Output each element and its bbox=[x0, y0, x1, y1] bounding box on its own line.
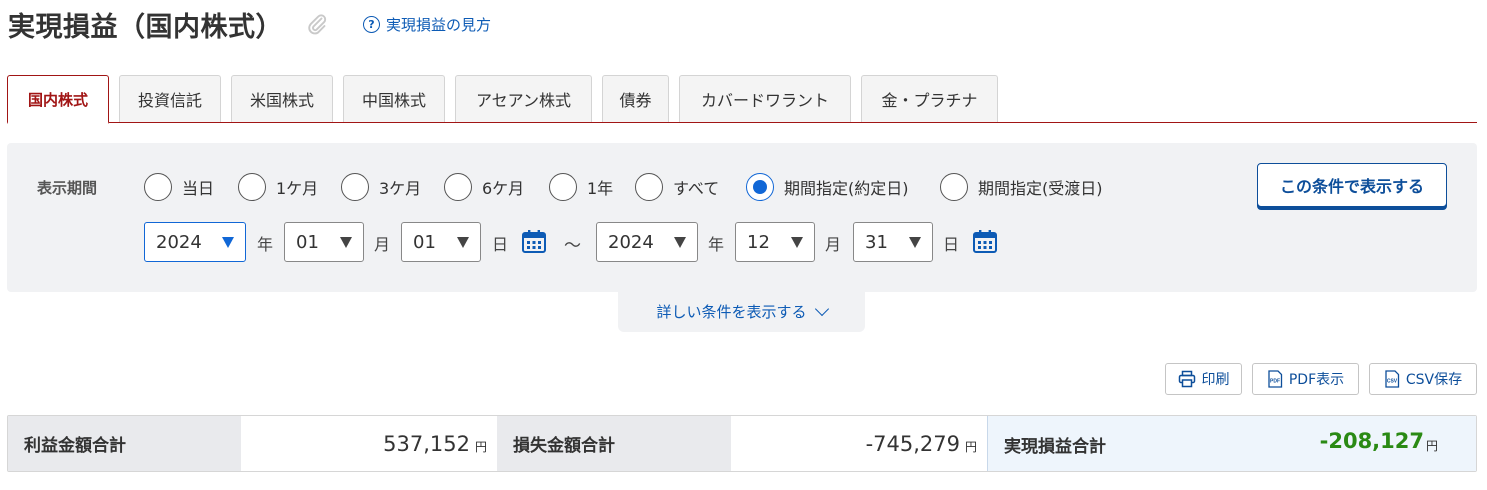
pdf-file-icon: PDF bbox=[1268, 370, 1283, 388]
tab-gold-platinum[interactable]: 金・プラチナ bbox=[861, 75, 998, 122]
from-month-value: 01 bbox=[296, 231, 319, 253]
loss-total-label: 損失金額合計 bbox=[497, 416, 731, 471]
radio-button[interactable] bbox=[940, 173, 968, 201]
radio-range-trade-date[interactable]: 期間指定(約定日) bbox=[746, 173, 909, 201]
year-unit: 年 bbox=[257, 235, 274, 254]
currency-unit: 円 bbox=[474, 440, 487, 454]
from-year-select[interactable]: 2024 bbox=[144, 222, 246, 262]
profit-total-label: 利益金額合計 bbox=[8, 416, 241, 471]
dropdown-arrow-icon bbox=[791, 237, 803, 248]
radio-button[interactable] bbox=[549, 173, 577, 201]
tab-us-stock[interactable]: 米国株式 bbox=[231, 75, 333, 122]
help-link-label: 実現損益の見方 bbox=[386, 15, 492, 34]
csv-label: CSV保存 bbox=[1405, 372, 1463, 388]
to-year-select[interactable]: 2024 bbox=[596, 222, 698, 262]
dropdown-arrow-icon bbox=[340, 237, 352, 248]
radio-button-selected[interactable] bbox=[746, 173, 774, 201]
net-total-amount: -208,127 bbox=[1319, 429, 1424, 453]
show-detail-conditions-toggle[interactable]: 詳しい条件を表示する bbox=[618, 290, 865, 332]
profit-total-value: 537,152 円 bbox=[241, 416, 497, 471]
to-month-select[interactable]: 12 bbox=[735, 222, 815, 262]
profit-amount: 537,152 bbox=[383, 431, 470, 456]
net-total-label: 実現損益合計 bbox=[1004, 437, 1106, 457]
title-row: 実現損益（国内株式） ? 実現損益の見方 bbox=[8, 4, 491, 44]
help-icon: ? bbox=[363, 15, 380, 33]
pdf-icon-text: PDF bbox=[1270, 379, 1280, 385]
net-total-cell: 実現損益合計 -208,127 円 bbox=[987, 416, 1476, 471]
radio-button[interactable] bbox=[635, 173, 663, 201]
radio-all[interactable]: すべて bbox=[635, 173, 719, 201]
radio-label: 期間指定(約定日) bbox=[784, 179, 909, 198]
chevron-down-icon bbox=[814, 301, 829, 316]
tab-asean-stock[interactable]: アセアン株式 bbox=[455, 75, 592, 122]
currency-unit: 円 bbox=[1425, 439, 1438, 453]
printer-icon bbox=[1178, 370, 1195, 388]
to-month-value: 12 bbox=[747, 231, 770, 253]
pdf-label: PDF表示 bbox=[1288, 372, 1345, 388]
dropdown-arrow-icon bbox=[457, 237, 469, 248]
radio-label: 3ケ月 bbox=[379, 179, 422, 198]
to-day-value: 31 bbox=[865, 231, 888, 253]
calendar-icon[interactable] bbox=[972, 229, 998, 255]
radio-label: 6ケ月 bbox=[482, 179, 525, 198]
market-tabs: 国内株式 投資信託 米国株式 中国株式 アセアン株式 債券 カバードワラント 金… bbox=[7, 75, 1477, 124]
radio-label: 当日 bbox=[182, 179, 215, 198]
loss-amount: -745,279 bbox=[865, 431, 960, 456]
radio-1-year[interactable]: 1年 bbox=[549, 173, 613, 201]
from-year-value: 2024 bbox=[156, 231, 202, 253]
tab-domestic-stock[interactable]: 国内株式 bbox=[7, 75, 109, 124]
dropdown-arrow-icon bbox=[674, 237, 686, 248]
radio-label: 1年 bbox=[587, 179, 614, 198]
from-day-value: 01 bbox=[413, 231, 436, 253]
csv-save-button[interactable]: CSV CSV保存 bbox=[1369, 363, 1477, 395]
range-separator: ～ bbox=[564, 236, 581, 256]
period-label: 表示期間 bbox=[37, 179, 98, 197]
to-year-value: 2024 bbox=[608, 231, 654, 253]
radio-button[interactable] bbox=[444, 173, 472, 201]
dropdown-arrow-icon bbox=[222, 237, 234, 248]
print-label: 印刷 bbox=[1201, 372, 1230, 388]
radio-3-months[interactable]: 3ケ月 bbox=[341, 173, 421, 201]
radio-label: 1ケ月 bbox=[276, 179, 319, 198]
print-button[interactable]: 印刷 bbox=[1165, 363, 1242, 395]
filter-panel: 表示期間 当日 1ケ月 3ケ月 6ケ月 1年 すべて 期間指定(約定日) 期間指… bbox=[7, 143, 1477, 292]
radio-button[interactable] bbox=[144, 173, 172, 201]
radio-label: 期間指定(受渡日) bbox=[978, 179, 1103, 198]
summary-table: 利益金額合計 537,152 円 損失金額合計 -745,279 円 実現損益合… bbox=[7, 415, 1477, 472]
day-unit: 日 bbox=[943, 235, 960, 254]
radio-label: すべて bbox=[673, 179, 720, 198]
radio-button[interactable] bbox=[238, 173, 266, 201]
radio-1-month[interactable]: 1ケ月 bbox=[238, 173, 318, 201]
to-day-select[interactable]: 31 bbox=[853, 222, 933, 262]
loss-total-value: -745,279 円 bbox=[731, 416, 987, 471]
day-unit: 日 bbox=[492, 235, 509, 254]
calendar-icon[interactable] bbox=[521, 229, 547, 255]
radio-6-months[interactable]: 6ケ月 bbox=[444, 173, 524, 201]
paperclip-icon[interactable] bbox=[305, 12, 329, 36]
pdf-view-button[interactable]: PDF PDF表示 bbox=[1252, 363, 1359, 395]
radio-button[interactable] bbox=[341, 173, 369, 201]
tab-bond[interactable]: 債券 bbox=[602, 75, 669, 122]
radio-range-settlement-date[interactable]: 期間指定(受渡日) bbox=[940, 173, 1103, 201]
csv-file-icon: CSV bbox=[1385, 370, 1400, 388]
month-unit: 月 bbox=[825, 235, 842, 254]
month-unit: 月 bbox=[374, 235, 391, 254]
radio-today[interactable]: 当日 bbox=[144, 173, 214, 201]
help-link[interactable]: ? 実現損益の見方 bbox=[363, 14, 491, 35]
from-day-select[interactable]: 01 bbox=[401, 222, 481, 262]
dropdown-arrow-icon bbox=[909, 237, 921, 248]
apply-conditions-button[interactable]: この条件で表示する bbox=[1257, 163, 1447, 207]
tab-investment-trust[interactable]: 投資信託 bbox=[119, 75, 221, 122]
currency-unit: 円 bbox=[964, 440, 977, 454]
page-title: 実現損益（国内株式） bbox=[8, 11, 283, 43]
tab-china-stock[interactable]: 中国株式 bbox=[343, 75, 445, 122]
csv-icon-text: CSV bbox=[1387, 379, 1398, 385]
tab-covered-warrant[interactable]: カバードワラント bbox=[679, 75, 851, 122]
year-unit: 年 bbox=[708, 235, 725, 254]
from-month-select[interactable]: 01 bbox=[284, 222, 364, 262]
detail-toggle-label: 詳しい条件を表示する bbox=[656, 302, 807, 321]
